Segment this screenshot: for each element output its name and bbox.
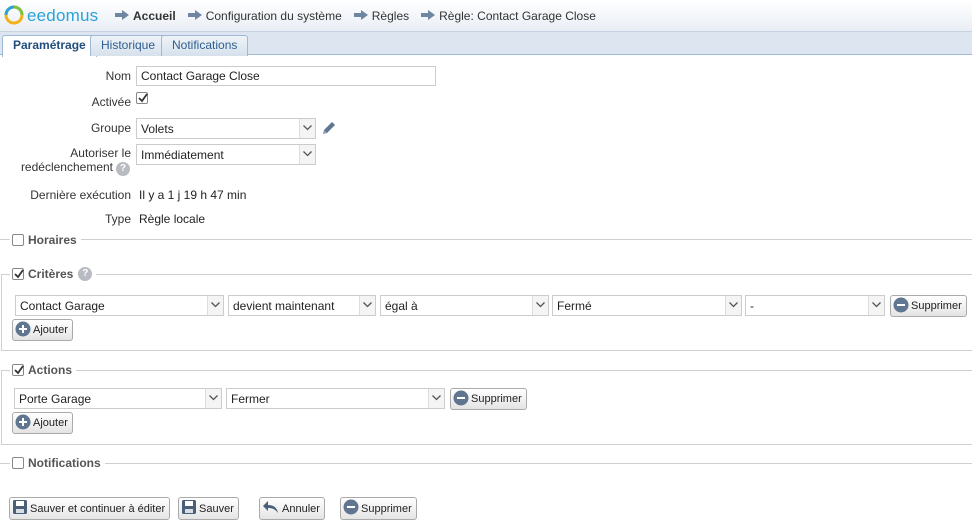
arrow-right-icon (187, 9, 202, 23)
edit-pencil-icon[interactable] (320, 119, 338, 140)
nom-input[interactable] (136, 66, 436, 86)
actions-section-header: Actions (10, 363, 77, 377)
notifications-label: Notifications (28, 456, 101, 470)
derniere-execution-label: Dernière exécution (30, 188, 131, 202)
checkmark-icon (138, 93, 148, 103)
minus-circle-icon (453, 390, 469, 409)
breadcrumb: Accueil Configuration du système Règles … (115, 9, 608, 23)
horaires-divider (0, 239, 972, 240)
horaires-checkbox[interactable] (12, 234, 24, 246)
redeclenchement-label-line1: Autoriser le (70, 146, 131, 160)
arrow-right-icon (353, 9, 368, 23)
actions-label: Actions (28, 363, 73, 377)
chevron-down-icon (299, 145, 315, 164)
redeclenchement-label-line2: redéclenchement (20, 160, 113, 174)
chevron-down-icon (205, 389, 221, 408)
horaires-section-header: Horaires (10, 233, 81, 247)
criteria-value-select[interactable]: Fermé (552, 295, 742, 316)
tab-parametrage[interactable]: Paramétrage (2, 35, 97, 57)
groupe-select-value: Volets (141, 122, 174, 136)
horaires-label: Horaires (28, 233, 77, 247)
breadcrumb-item-accueil[interactable]: Accueil (115, 9, 176, 23)
help-icon[interactable]: ? (116, 162, 130, 176)
notifications-checkbox[interactable] (12, 457, 24, 469)
redeclenchement-select-value: Immédiatement (141, 148, 224, 162)
action-command-value: Fermer (231, 392, 270, 406)
breadcrumb-item-current: Règle: Contact Garage Close (421, 9, 596, 23)
chevron-down-icon (359, 296, 375, 315)
help-icon[interactable]: ? (78, 267, 93, 281)
criteria-condition-select[interactable]: devient maintenant (228, 295, 376, 316)
action-device-value: Porte Garage (19, 392, 92, 406)
logo-ring-icon (4, 5, 24, 28)
criteres-section-header: Critères ? (10, 267, 97, 281)
chevron-down-icon (428, 389, 444, 408)
minus-circle-icon (893, 297, 909, 316)
tab-historique[interactable]: Historique (90, 35, 167, 56)
action-device-select[interactable]: Porte Garage (14, 388, 222, 409)
criteria-extra-value: - (750, 299, 754, 313)
arrow-right-icon (115, 9, 129, 23)
criteria-operator-value: égal à (385, 299, 418, 313)
type-value: Règle locale (139, 212, 206, 226)
criteria-device-value: Contact Garage (20, 299, 105, 313)
criteria-condition-value: devient maintenant (233, 299, 335, 313)
type-label: Type (104, 212, 131, 226)
tab-bar: Paramétrage Historique Notifications (0, 32, 972, 57)
checkmark-icon (14, 365, 24, 375)
floppy-disk-icon (181, 499, 197, 518)
action-delete-button[interactable]: Supprimer (450, 388, 527, 410)
action-add-button[interactable]: Ajouter (12, 412, 73, 434)
action-command-select[interactable]: Fermer (226, 388, 445, 409)
criteres-label: Critères (28, 267, 74, 281)
chevron-down-icon (868, 296, 884, 315)
criteria-operator-select[interactable]: égal à (380, 295, 549, 316)
groupe-select[interactable]: Volets (136, 118, 316, 139)
save-button[interactable]: Sauver (178, 497, 239, 520)
chevron-down-icon (532, 296, 548, 315)
plus-circle-icon (15, 414, 31, 433)
minus-circle-icon (343, 499, 359, 518)
top-header: eedomus Accueil Configuration du système… (0, 0, 972, 32)
floppy-disk-icon (12, 499, 28, 518)
chevron-down-icon (299, 119, 315, 138)
nom-label: Nom (105, 69, 131, 83)
criteria-add-button[interactable]: Ajouter (12, 319, 73, 341)
breadcrumb-item-regles[interactable]: Règles (353, 9, 409, 23)
arrow-right-icon (421, 9, 436, 23)
derniere-execution-value: Il y a 1 j 19 h 47 min (139, 188, 247, 202)
activee-checkbox[interactable] (136, 92, 148, 104)
criteria-extra-select[interactable]: - (745, 295, 885, 316)
eedomus-logo[interactable]: eedomus (4, 5, 99, 28)
breadcrumb-item-configuration[interactable]: Configuration du système (187, 9, 342, 23)
plus-circle-icon (15, 321, 31, 340)
notifications-section-header: Notifications (10, 456, 105, 470)
cancel-button[interactable]: Annuler (259, 497, 325, 520)
tab-notifications[interactable]: Notifications (161, 35, 249, 56)
redeclenchement-select[interactable]: Immédiatement (136, 144, 316, 165)
chevron-down-icon (725, 296, 741, 315)
notifications-divider (0, 463, 972, 464)
save-and-continue-button[interactable]: Sauver et continuer à éditer (9, 497, 171, 520)
actions-checkbox[interactable] (12, 364, 24, 376)
criteria-delete-button[interactable]: Supprimer (890, 295, 967, 317)
criteria-value-value: Fermé (557, 299, 592, 313)
delete-button[interactable]: Supprimer (340, 497, 417, 520)
undo-arrow-icon (262, 499, 280, 518)
criteria-device-select[interactable]: Contact Garage (15, 295, 224, 316)
groupe-label: Groupe (90, 121, 131, 135)
criteres-checkbox[interactable] (12, 268, 24, 280)
logo-text: eedomus (27, 6, 99, 25)
chevron-down-icon (207, 296, 223, 315)
checkmark-icon (14, 269, 24, 279)
activee-label: Activée (91, 95, 131, 109)
